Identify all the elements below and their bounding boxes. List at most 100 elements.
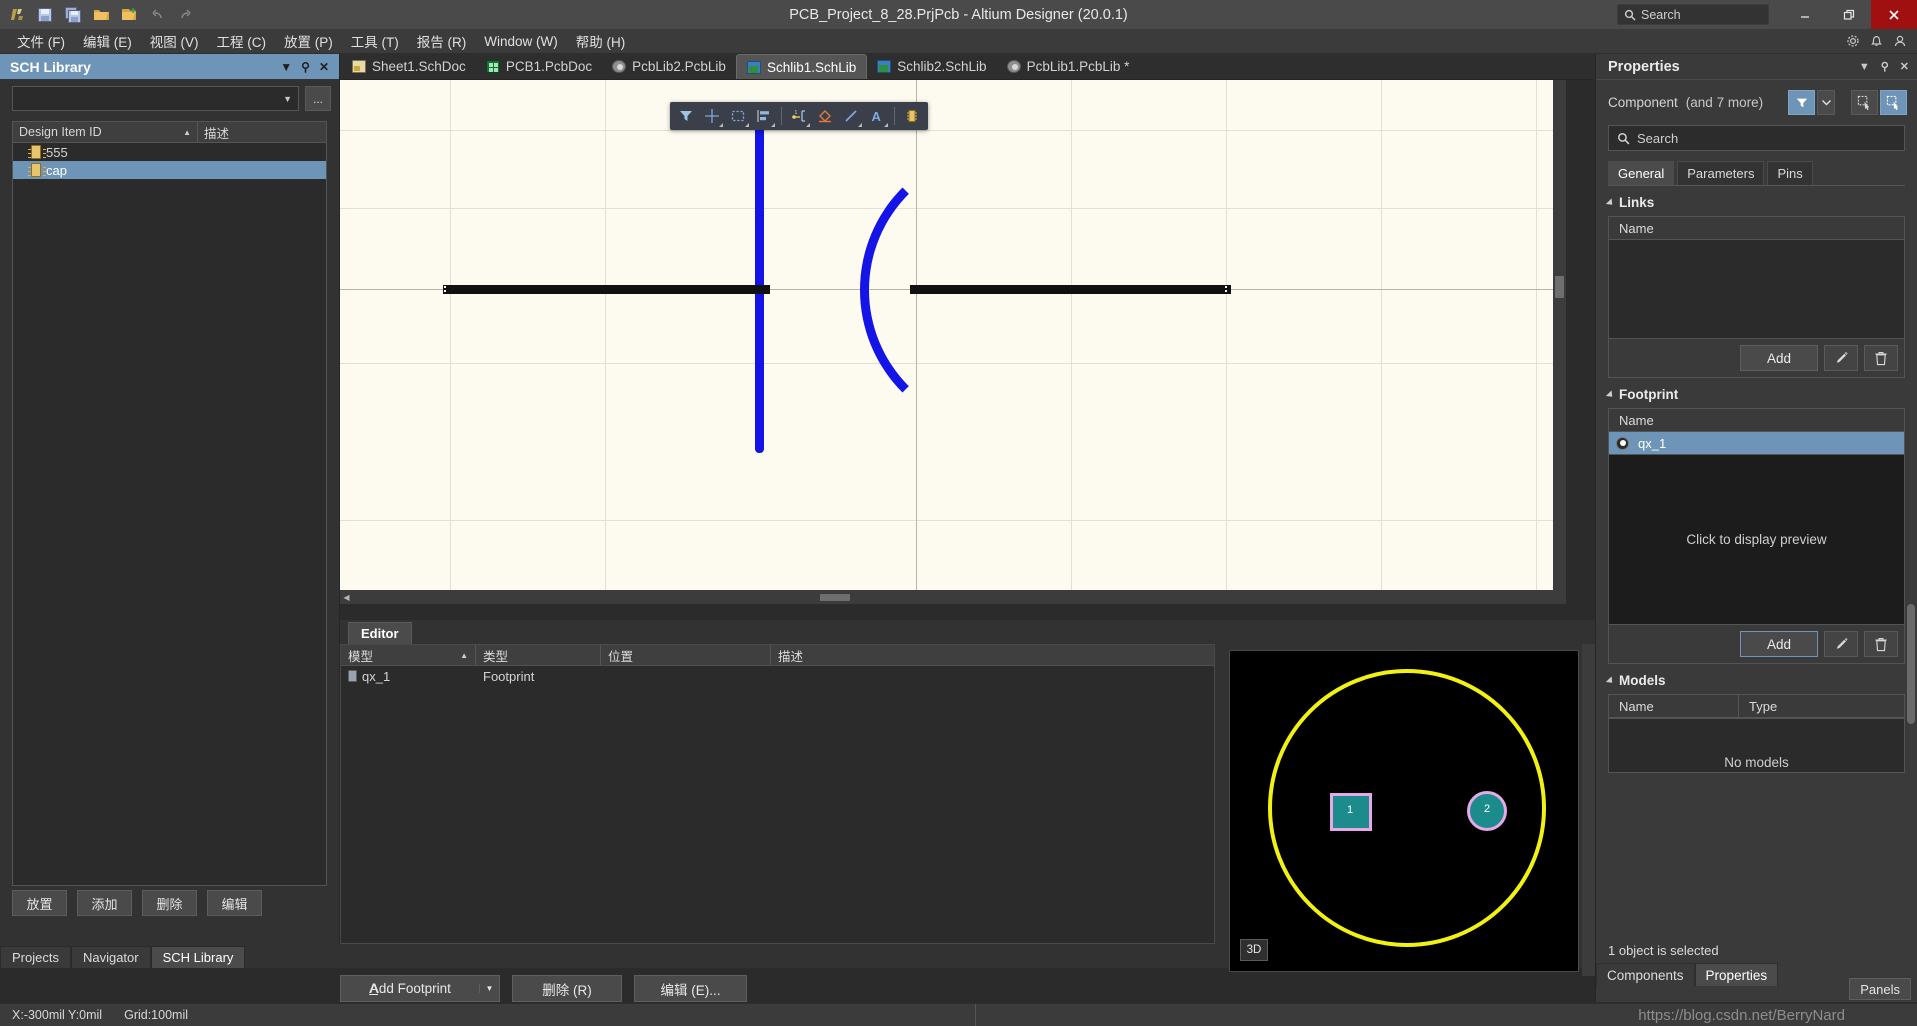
column-header-model[interactable]: 模型 ▲: [341, 645, 476, 665]
column-header-name[interactable]: Name: [1609, 409, 1904, 431]
canvas-horizontal-scrollbar[interactable]: ◀ ▶: [340, 590, 1566, 604]
user-icon[interactable]: [1893, 34, 1907, 48]
altium-logo-icon[interactable]: [4, 2, 30, 27]
gear-icon[interactable]: [1846, 34, 1860, 48]
canvas-vertical-scrollbar[interactable]: [1553, 80, 1566, 604]
list-item[interactable]: 555: [13, 143, 326, 161]
bell-icon[interactable]: [1870, 34, 1883, 48]
menu-view[interactable]: 视图 (V): [141, 28, 208, 54]
tab-sch-library[interactable]: SCH Library: [150, 946, 246, 968]
footprint-add-button[interactable]: Add: [1740, 631, 1818, 657]
scroll-left-icon[interactable]: ◀: [340, 591, 353, 604]
place-button[interactable]: 放置: [12, 890, 67, 916]
tab-pins[interactable]: Pins: [1767, 161, 1813, 185]
scrollbar-thumb[interactable]: [1555, 276, 1564, 298]
pin-icon[interactable]: ⚲: [1881, 60, 1889, 73]
section-header-models[interactable]: Models: [1596, 664, 1917, 694]
doc-tab-pcblib2-pcblib[interactable]: PcbLib2.PcbLib: [602, 54, 736, 79]
add-button[interactable]: 添加: [77, 890, 132, 916]
menu-project[interactable]: 工程 (C): [208, 28, 276, 54]
section-header-footprint[interactable]: Footprint: [1596, 378, 1917, 408]
delete-button[interactable]: 删除: [142, 890, 197, 916]
menu-tools[interactable]: 工具 (T): [342, 28, 408, 54]
edit-model-button[interactable]: 编辑 (E)...: [634, 975, 747, 1002]
tab-general[interactable]: General: [1608, 161, 1675, 185]
panels-button[interactable]: Panels: [1849, 978, 1911, 1000]
open-folder-icon[interactable]: [88, 2, 114, 27]
schematic-canvas[interactable]: 1 A ◀: [340, 80, 1566, 604]
column-header-type[interactable]: 类型: [476, 645, 601, 665]
library-combo[interactable]: ▼: [12, 86, 299, 111]
column-header-name[interactable]: Name: [1609, 217, 1904, 239]
chevron-down-icon[interactable]: ▼: [1859, 61, 1870, 73]
section-header-links[interactable]: Links: [1596, 186, 1917, 216]
links-delete-button[interactable]: [1864, 345, 1898, 371]
tab-editor[interactable]: Editor: [348, 622, 412, 644]
menu-place[interactable]: 放置 (P): [275, 28, 342, 54]
properties-search-input[interactable]: Search: [1608, 125, 1905, 151]
place-line-icon[interactable]: [839, 104, 863, 128]
pin-2-endpoint[interactable]: [1224, 285, 1231, 294]
delete-model-button[interactable]: 删除 (R): [512, 975, 622, 1002]
properties-scrollbar[interactable]: [1907, 249, 1915, 979]
place-polygon-icon[interactable]: [813, 104, 837, 128]
table-row[interactable]: qx_1 Footprint: [341, 666, 1214, 686]
column-header-location[interactable]: 位置: [601, 645, 771, 665]
pin-1-endpoint[interactable]: [443, 285, 450, 294]
column-header-name[interactable]: Name: [1609, 695, 1739, 717]
links-edit-button[interactable]: [1824, 345, 1858, 371]
filter-icon[interactable]: [1788, 90, 1815, 115]
pin-icon[interactable]: ⚲: [301, 60, 310, 74]
tab-components[interactable]: Components: [1596, 963, 1695, 986]
doc-tab-pcb1-pcbdoc[interactable]: PCB1.PcbDoc: [476, 54, 602, 79]
table-row[interactable]: qx_1: [1609, 432, 1904, 454]
redo-icon[interactable]: [172, 2, 198, 27]
footprint-3d-preview[interactable]: 1 2 3D: [1229, 650, 1579, 972]
selection-rect-icon[interactable]: [726, 104, 750, 128]
scrollbar-thumb[interactable]: [1907, 604, 1915, 724]
column-header-design-item-id[interactable]: Design Item ID ▲: [13, 122, 198, 142]
column-header-description[interactable]: 描述: [198, 122, 326, 142]
close-icon[interactable]: ✕: [319, 60, 329, 74]
select-pointer-icon[interactable]: [1880, 90, 1907, 115]
pin-2-wire[interactable]: [910, 285, 1230, 294]
chevron-down-icon[interactable]: ▼: [280, 60, 292, 74]
close-button[interactable]: [1871, 0, 1917, 29]
open-project-icon[interactable]: [116, 2, 142, 27]
tab-navigator[interactable]: Navigator: [70, 946, 151, 968]
align-icon[interactable]: [752, 104, 776, 128]
place-text-icon[interactable]: A: [865, 104, 889, 128]
footprint-edit-button[interactable]: [1824, 631, 1858, 657]
doc-tab-sheet1-schdoc[interactable]: Sheet1.SchDoc: [342, 54, 476, 79]
links-add-button[interactable]: Add: [1740, 345, 1818, 371]
radio-selected-icon[interactable]: [1616, 436, 1629, 450]
undo-icon[interactable]: [144, 2, 170, 27]
column-header-description[interactable]: 描述: [771, 645, 1214, 665]
doc-tab-schlib2-schlib[interactable]: Schlib2.SchLib: [867, 54, 996, 79]
place-pin-icon[interactable]: 1: [787, 104, 811, 128]
list-item[interactable]: cap: [13, 161, 326, 179]
close-icon[interactable]: ✕: [1900, 60, 1909, 73]
library-browse-button[interactable]: ...: [305, 86, 331, 111]
global-search-input[interactable]: Search: [1617, 4, 1769, 25]
restore-button[interactable]: [1827, 0, 1871, 29]
crosshair-place-icon[interactable]: [700, 104, 724, 128]
footprint-delete-button[interactable]: [1864, 631, 1898, 657]
edit-button[interactable]: 编辑: [207, 890, 262, 916]
menu-edit[interactable]: 编辑 (E): [74, 28, 141, 54]
doc-tab-pcblib1-pcblib[interactable]: PcbLib1.PcbLib *: [997, 54, 1140, 79]
footprint-preview-pane[interactable]: Click to display preview: [1608, 455, 1905, 625]
save-icon[interactable]: [32, 2, 58, 27]
menu-window[interactable]: Window (W): [475, 31, 567, 52]
links-table-body[interactable]: [1609, 240, 1904, 338]
filter-dropdown-button[interactable]: [1817, 90, 1835, 115]
add-footprint-button[interactable]: A Add Footprint ▼: [340, 975, 500, 1002]
pin-1-wire[interactable]: [450, 285, 770, 294]
tab-projects[interactable]: Projects: [0, 946, 71, 968]
menu-file[interactable]: 文件 (F): [8, 28, 74, 54]
minimize-button[interactable]: [1783, 0, 1827, 29]
tab-parameters[interactable]: Parameters: [1677, 161, 1765, 185]
filter-icon[interactable]: [674, 104, 698, 128]
tab-properties[interactable]: Properties: [1694, 963, 1779, 986]
preview-scrollbar[interactable]: [1582, 644, 1595, 976]
